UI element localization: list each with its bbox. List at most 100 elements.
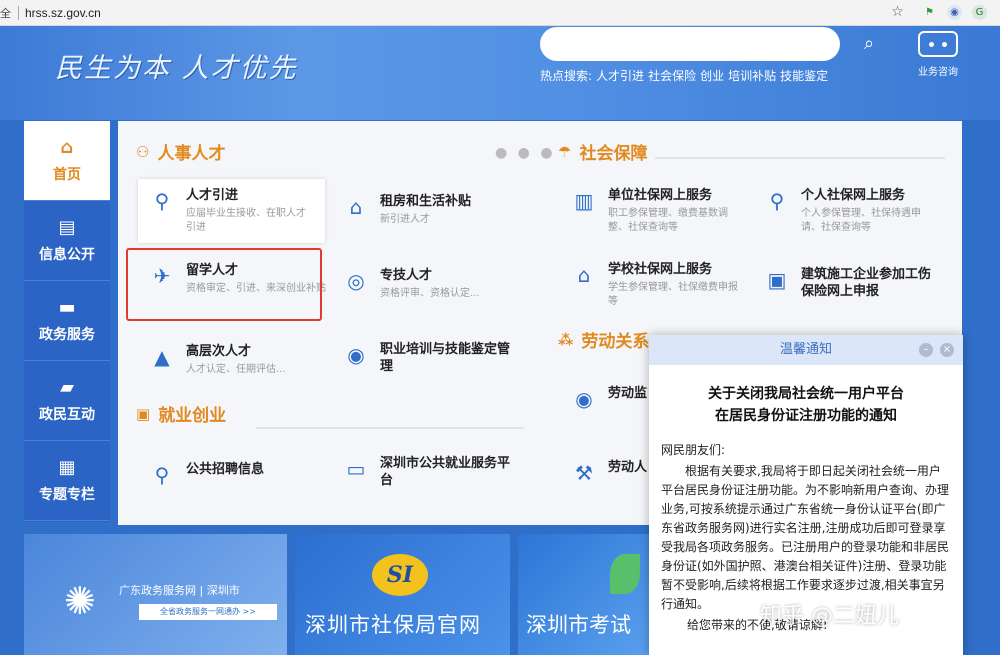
popup-greeting: 网民朋友们: — [661, 443, 726, 457]
slogan: 民生为本 人才优先 — [55, 53, 298, 84]
hot-link[interactable]: 人才引进 — [596, 67, 644, 84]
card-title: 建筑施工企业参加工伤保险网上申报 — [801, 267, 932, 299]
umbrella-icon: ☂ — [558, 142, 572, 161]
popup-title-line: 在居民身份证注册功能的通知 — [715, 408, 897, 424]
card-sub: 个人参保管理、社保待遇申请、社保查询等 — [801, 208, 921, 233]
popup-body: 根据有关要求,我局将于即日起关闭社会统一用户平台居民身份证注册功能。为不影响新用… — [661, 464, 950, 611]
person-add-icon: ⚲ — [154, 189, 170, 213]
hot-link[interactable]: 技能鉴定 — [780, 67, 828, 84]
card-construction-injury-insurance[interactable]: ▣ 建筑施工企业参加工伤保险网上申报 — [763, 266, 943, 300]
hot-link[interactable]: 培训补贴 — [728, 67, 776, 84]
card-high-level-talent[interactable]: ▲ 高层次人才 人才认定、任期评估... — [148, 343, 328, 377]
section-title-text: 劳动关系 — [581, 332, 650, 352]
sidebar-item-label: 政务服务 — [39, 327, 95, 343]
sidebar-item-label: 政民互动 — [39, 407, 95, 423]
sidebar: ⌂ 首页 ▤ 信息公开 ▬ 政务服务 ▰ 政民互动 ▦ 专题专栏 — [24, 121, 110, 522]
url-text[interactable]: hrss.sz.gov.cn — [25, 6, 101, 20]
card-title: 公共招聘信息 — [186, 462, 265, 477]
chat-icon: ▰ — [60, 377, 74, 398]
divider — [655, 157, 945, 159]
tile-label: 广东政务服务网 | 深圳市 — [119, 584, 240, 597]
card-unit-social-insurance[interactable]: ▥ 单位社保网上服务 职工参保管理、缴费基数调整、社保查询等 — [570, 187, 740, 235]
person-icon: ⚲ — [154, 463, 170, 487]
tile-button[interactable]: 全省政务服务一网通办 >> — [139, 604, 277, 620]
id-card-icon: ▣ — [767, 268, 787, 292]
sidebar-item-home[interactable]: ⌂ 首页 — [24, 121, 110, 201]
card-professional-talent[interactable]: ◎ 专技人才 资格评审、资格认定... — [342, 267, 512, 301]
hot-link[interactable]: 创业 — [700, 67, 724, 84]
person-icon: ⚲ — [769, 189, 785, 213]
minimize-icon[interactable]: – — [919, 343, 933, 357]
section-title-talent: ⚇ 人事人才 — [136, 139, 226, 165]
eye-icon: ◉ — [575, 387, 593, 411]
card-title: 高层次人才 — [186, 344, 252, 359]
divider — [18, 5, 19, 20]
hot-link[interactable]: 社会保险 — [648, 67, 696, 84]
search-input[interactable] — [540, 27, 840, 61]
robot-icon — [918, 31, 958, 57]
card-title: 人才引进 — [186, 188, 239, 203]
card-vocational-training[interactable]: ◉ 职业培训与技能鉴定管理 — [342, 341, 512, 375]
robot-consult-button[interactable]: 业务咨询 — [912, 31, 964, 78]
briefcase-icon: ▣ — [136, 404, 151, 423]
section-title-employment: ▣ 就业创业 — [136, 401, 227, 427]
tile-si-official[interactable]: SI 深圳市社保局官网 — [295, 534, 510, 655]
section-title-labor: ⁂ 劳动关系 — [558, 327, 650, 353]
home-icon: ⌂ — [60, 137, 74, 158]
popup-header: 温馨通知 – × — [649, 335, 963, 365]
search-icon[interactable]: ⌕ — [843, 29, 895, 59]
watermark: 知乎 @二妞儿 — [760, 604, 899, 629]
sidebar-item-label: 专题专栏 — [39, 487, 95, 503]
tile-label: 深圳市考试 — [526, 613, 631, 637]
card-sub: 学生参保管理、社保缴费申报等 — [608, 282, 738, 307]
card-title: 职业培训与技能鉴定管理 — [380, 342, 511, 374]
network-icon: ⁂ — [558, 330, 574, 349]
section-title-text: 就业创业 — [158, 406, 227, 426]
people-icon: ⚇ — [136, 142, 150, 161]
card-personal-social-insurance[interactable]: ⚲ 个人社保网上服务个人参保管理、社保待遇申请、社保查询等 — [763, 187, 933, 235]
target-icon: ◎ — [347, 269, 365, 293]
popup-title: 关于关闭我局社会统一用户平台 在居民身份证注册功能的通知 — [649, 383, 963, 427]
address-bar[interactable]: 全 hrss.sz.gov.cn ☆ ⚑ ◉ G — [0, 0, 1000, 26]
hot-search: 热点搜索: 人才引进 社会保险 创业 培训补贴 技能鉴定 — [540, 67, 828, 84]
more-dots[interactable]: ● ● ● — [495, 145, 556, 161]
sidebar-item-interaction[interactable]: ▰ 政民互动 — [24, 361, 110, 441]
leaf-logo-icon — [610, 554, 640, 594]
screen-icon: ▭ — [346, 457, 366, 481]
grid-icon: ▦ — [58, 457, 76, 478]
sidebar-item-info[interactable]: ▤ 信息公开 — [24, 201, 110, 281]
tile-exam[interactable]: 深圳市考试 — [518, 534, 651, 655]
gd-gov-logo-icon: ✺ — [64, 579, 96, 623]
extension-flag-icon[interactable]: ⚑ — [922, 5, 937, 20]
section-title-text: 社会保障 — [579, 144, 648, 164]
card-rent-subsidy[interactable]: ⌂ 租房和生活补贴 新引进人才 — [342, 193, 512, 227]
card-school-social-insurance[interactable]: ⌂ 学校社保网上服务 学生参保管理、社保缴费申报等 — [570, 261, 740, 309]
card-talent-intro[interactable]: ⚲ 人才引进 应届毕业生接收、在职人才引进 — [138, 179, 325, 243]
sidebar-item-topics[interactable]: ▦ 专题专栏 — [24, 441, 110, 521]
extension-g-icon[interactable]: G — [972, 5, 987, 20]
bank-icon: ⌂ — [577, 263, 591, 287]
sidebar-item-label: 信息公开 — [39, 247, 95, 263]
close-icon[interactable]: × — [940, 343, 954, 357]
card-title: 租房和生活补贴 — [380, 194, 472, 209]
sidebar-item-services[interactable]: ▬ 政务服务 — [24, 281, 110, 361]
card-sub: 职工参保管理、缴费基数调整、社保查询等 — [608, 208, 728, 233]
house-icon: ⌂ — [349, 195, 363, 219]
building-chart-icon: ▥ — [574, 189, 594, 213]
extension-shield-icon[interactable]: ◉ — [947, 5, 962, 20]
highlight-box — [126, 248, 322, 321]
bookmark-star-icon[interactable]: ☆ — [890, 5, 905, 20]
hot-search-label: 热点搜索: — [540, 69, 593, 83]
card-title: 个人社保网上服务 — [801, 188, 906, 203]
card-sub: 资格评审、资格认定... — [380, 288, 480, 299]
section-title-text: 人事人才 — [157, 144, 226, 164]
divider — [256, 427, 524, 429]
card-sub: 人才认定、任期评估... — [186, 364, 286, 375]
card-employment-platform[interactable]: ▭ 深圳市公共就业服务平台 — [342, 455, 512, 489]
card-title: 劳动人 — [608, 460, 648, 475]
card-job-info[interactable]: ⚲ 公共招聘信息 — [148, 461, 328, 489]
tile-label: 深圳市社保局官网 — [305, 613, 481, 637]
popup-title-line: 关于关闭我局社会统一用户平台 — [708, 386, 904, 402]
tile-gd-gov-service[interactable]: ✺ 广东政务服务网 | 深圳市 全省政务服务一网通办 >> — [24, 534, 287, 655]
si-logo-icon: SI — [372, 554, 428, 596]
